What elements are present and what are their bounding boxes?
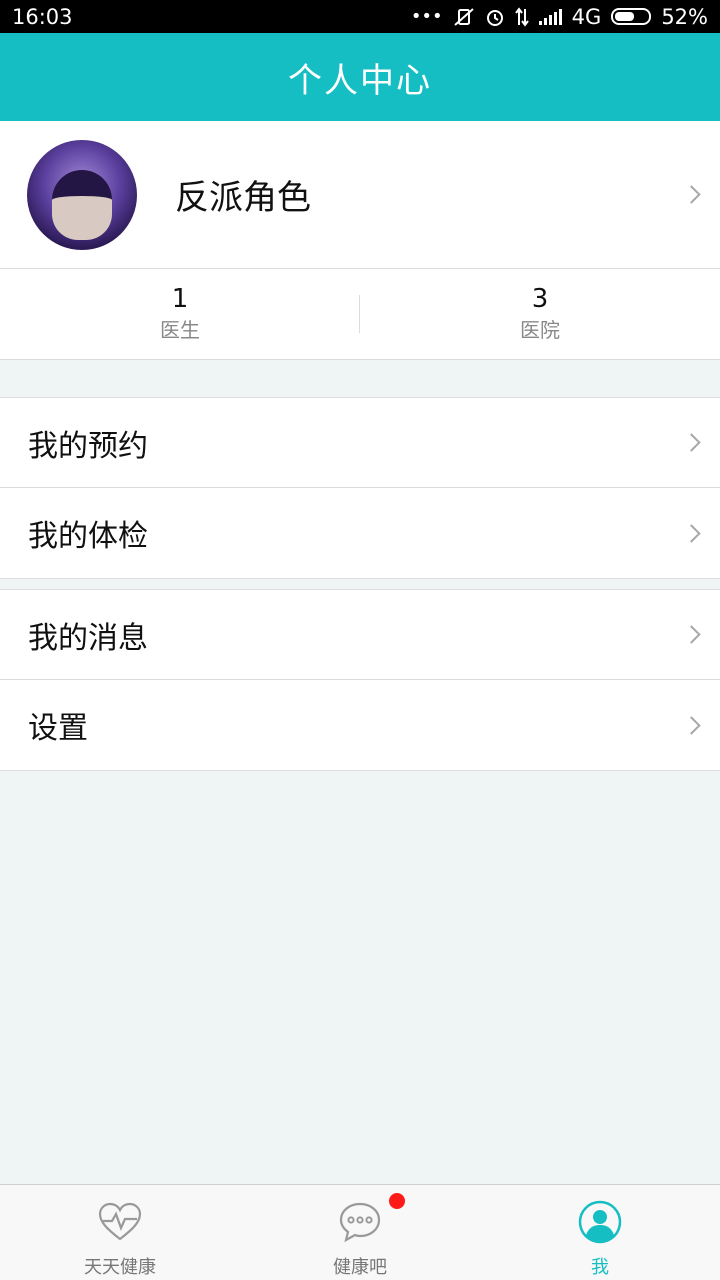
stats-bar: 1 医生 3 医院 — [0, 269, 720, 360]
signal-icon — [538, 8, 562, 25]
stat-divider — [359, 295, 360, 333]
stat-hospitals[interactable]: 3 医院 — [360, 269, 720, 359]
stat-label: 医院 — [520, 318, 560, 342]
avatar — [27, 139, 137, 250]
alarm-icon — [485, 7, 505, 27]
profile-row[interactable]: 反派角色 — [0, 121, 720, 269]
stat-value: 1 — [171, 284, 189, 314]
profile-name: 反派角色 — [175, 178, 311, 218]
chevron-right-icon — [682, 185, 701, 204]
menu-item-appointments[interactable]: 我的预约 — [0, 397, 720, 488]
menu-item-messages[interactable]: 我的消息 — [0, 589, 720, 680]
app-header: 个人中心 — [0, 33, 720, 121]
page-title: 个人中心 — [288, 60, 432, 101]
menu-item-label: 我的预约 — [28, 428, 148, 464]
battery-icon — [611, 8, 652, 25]
menu-item-checkups[interactable]: 我的体检 — [0, 488, 720, 579]
menu-item-label: 设置 — [28, 711, 88, 746]
status-time: 16:03 — [12, 4, 73, 29]
tab-label: 健康吧 — [333, 1257, 387, 1278]
stat-doctors[interactable]: 1 医生 — [0, 269, 360, 359]
chevron-right-icon — [682, 715, 701, 735]
heart-pulse-icon — [97, 1199, 143, 1245]
chat-bubble-icon — [337, 1199, 383, 1245]
bottom-tab-bar: 天天健康 健康吧 我 — [0, 1184, 720, 1280]
tab-label: 我 — [591, 1257, 609, 1278]
chevron-right-icon — [682, 433, 701, 452]
user-icon — [577, 1199, 623, 1245]
menu-item-label: 我的消息 — [28, 620, 148, 656]
tab-me[interactable]: 我 — [480, 1185, 720, 1280]
battery-percent: 52% — [661, 4, 708, 29]
avatar-face — [52, 169, 112, 240]
stat-value: 3 — [531, 284, 549, 314]
chevron-right-icon — [682, 625, 701, 644]
menu-item-settings[interactable]: 设置 — [0, 680, 720, 771]
menu-item-label: 我的体检 — [28, 519, 148, 554]
data-transfer-icon — [514, 6, 529, 27]
tab-label: 天天健康 — [84, 1257, 156, 1278]
tab-daily-health[interactable]: 天天健康 — [0, 1185, 240, 1280]
network-type: 4G — [571, 4, 602, 29]
notification-badge — [389, 1193, 405, 1209]
status-icons: ••• 4G 52% — [411, 5, 708, 29]
more-dots-icon: ••• — [410, 6, 443, 27]
tab-health-forum[interactable]: 健康吧 — [240, 1185, 480, 1280]
stat-label: 医生 — [160, 318, 200, 342]
vibrate-off-icon — [453, 7, 475, 27]
status-bar: 16:03 ••• 4G 52% — [0, 0, 720, 33]
chevron-right-icon — [682, 523, 701, 543]
